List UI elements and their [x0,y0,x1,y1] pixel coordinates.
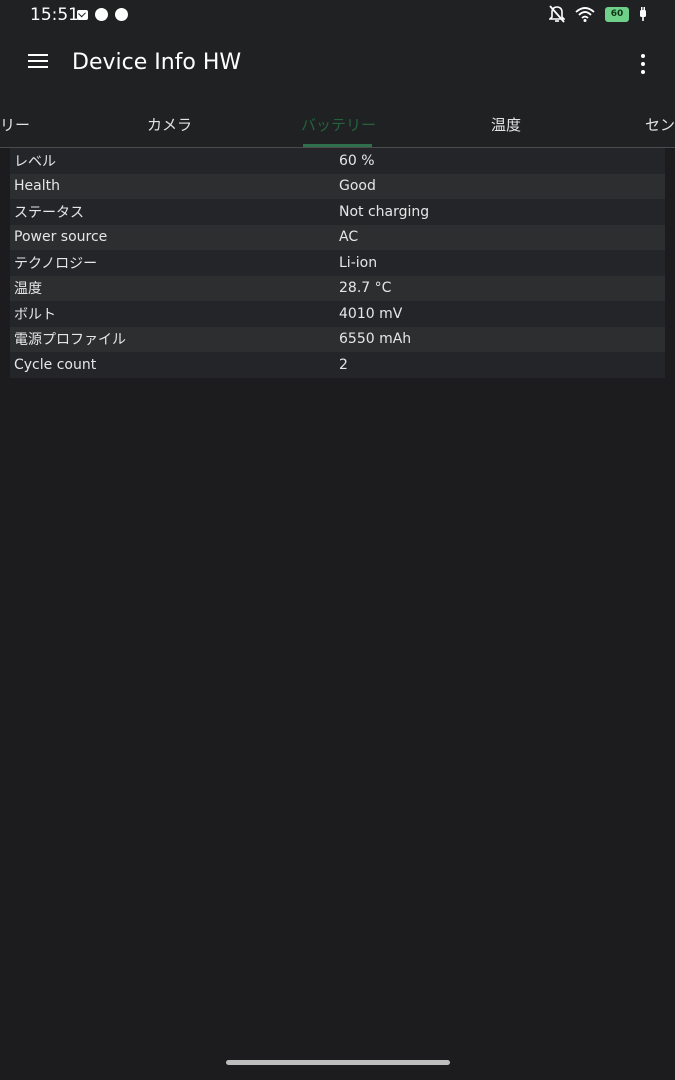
battery-icon: 60 [605,6,629,22]
charging-plug-icon [640,7,646,21]
battery-info-table: レベル 60 % Health Good ステータス Not charging … [10,148,665,378]
row-value: Good [339,178,376,195]
row-label: レベル [14,153,56,170]
more-vert-icon [641,54,645,58]
row-label: Health [14,178,60,195]
row-value: 2 [339,356,348,373]
row-value: AC [339,229,359,246]
system-icons: 60 [549,5,647,23]
row-label: ステータス [14,204,84,221]
row-label: Cycle count [14,356,97,373]
tab-camera[interactable]: カメラ [147,114,192,135]
table-row: Health Good [10,173,665,199]
row-value: 60 % [339,152,375,169]
table-row: レベル 60 % [10,148,665,174]
table-row: 温度 28.7 °C [10,275,665,301]
app-title: Device Info HW [72,50,242,75]
tab-system[interactable]: リー [0,114,30,135]
more-options-button[interactable] [635,52,651,76]
table-row: テクノロジー Li-ion [10,250,665,276]
mail-notification-icon [77,9,88,20]
notification-dot-icon [115,8,128,21]
home-indicator[interactable] [226,1060,450,1065]
menu-button[interactable] [22,50,54,78]
notification-dot-icon [95,8,108,21]
status-bar: 15:51 60 [0,0,675,30]
row-label: テクノロジー [14,255,98,272]
app-bar: Device Info HW [0,30,675,96]
tab-sensors[interactable]: セン [645,114,675,135]
row-value: Not charging [339,203,430,220]
active-tab-indicator [303,144,372,147]
status-time: 15:51 [30,5,79,25]
row-value: 28.7 °C [339,280,392,297]
row-label: ボルト [14,306,56,323]
tab-battery[interactable]: バッテリー [301,114,376,135]
row-value: 4010 mV [339,305,403,322]
table-row: Power source AC [10,224,665,250]
row-label: 温度 [14,281,42,298]
bell-off-icon [549,5,565,23]
row-label: 電源プロファイル [14,332,126,349]
table-row: 電源プロファイル 6550 mAh [10,326,665,352]
row-value: Li-ion [339,254,378,271]
notification-icons [77,8,128,21]
tab-bar: リー カメラ バッテリー 温度 セン [0,96,675,148]
table-row: Cycle count 2 [10,352,665,378]
table-row: ボルト 4010 mV [10,301,665,327]
row-label: Power source [14,229,108,246]
hamburger-icon [28,54,48,56]
wifi-icon [575,7,595,22]
table-row: ステータス Not charging [10,199,665,225]
row-value: 6550 mAh [339,331,412,348]
tab-temperature[interactable]: 温度 [491,114,521,135]
